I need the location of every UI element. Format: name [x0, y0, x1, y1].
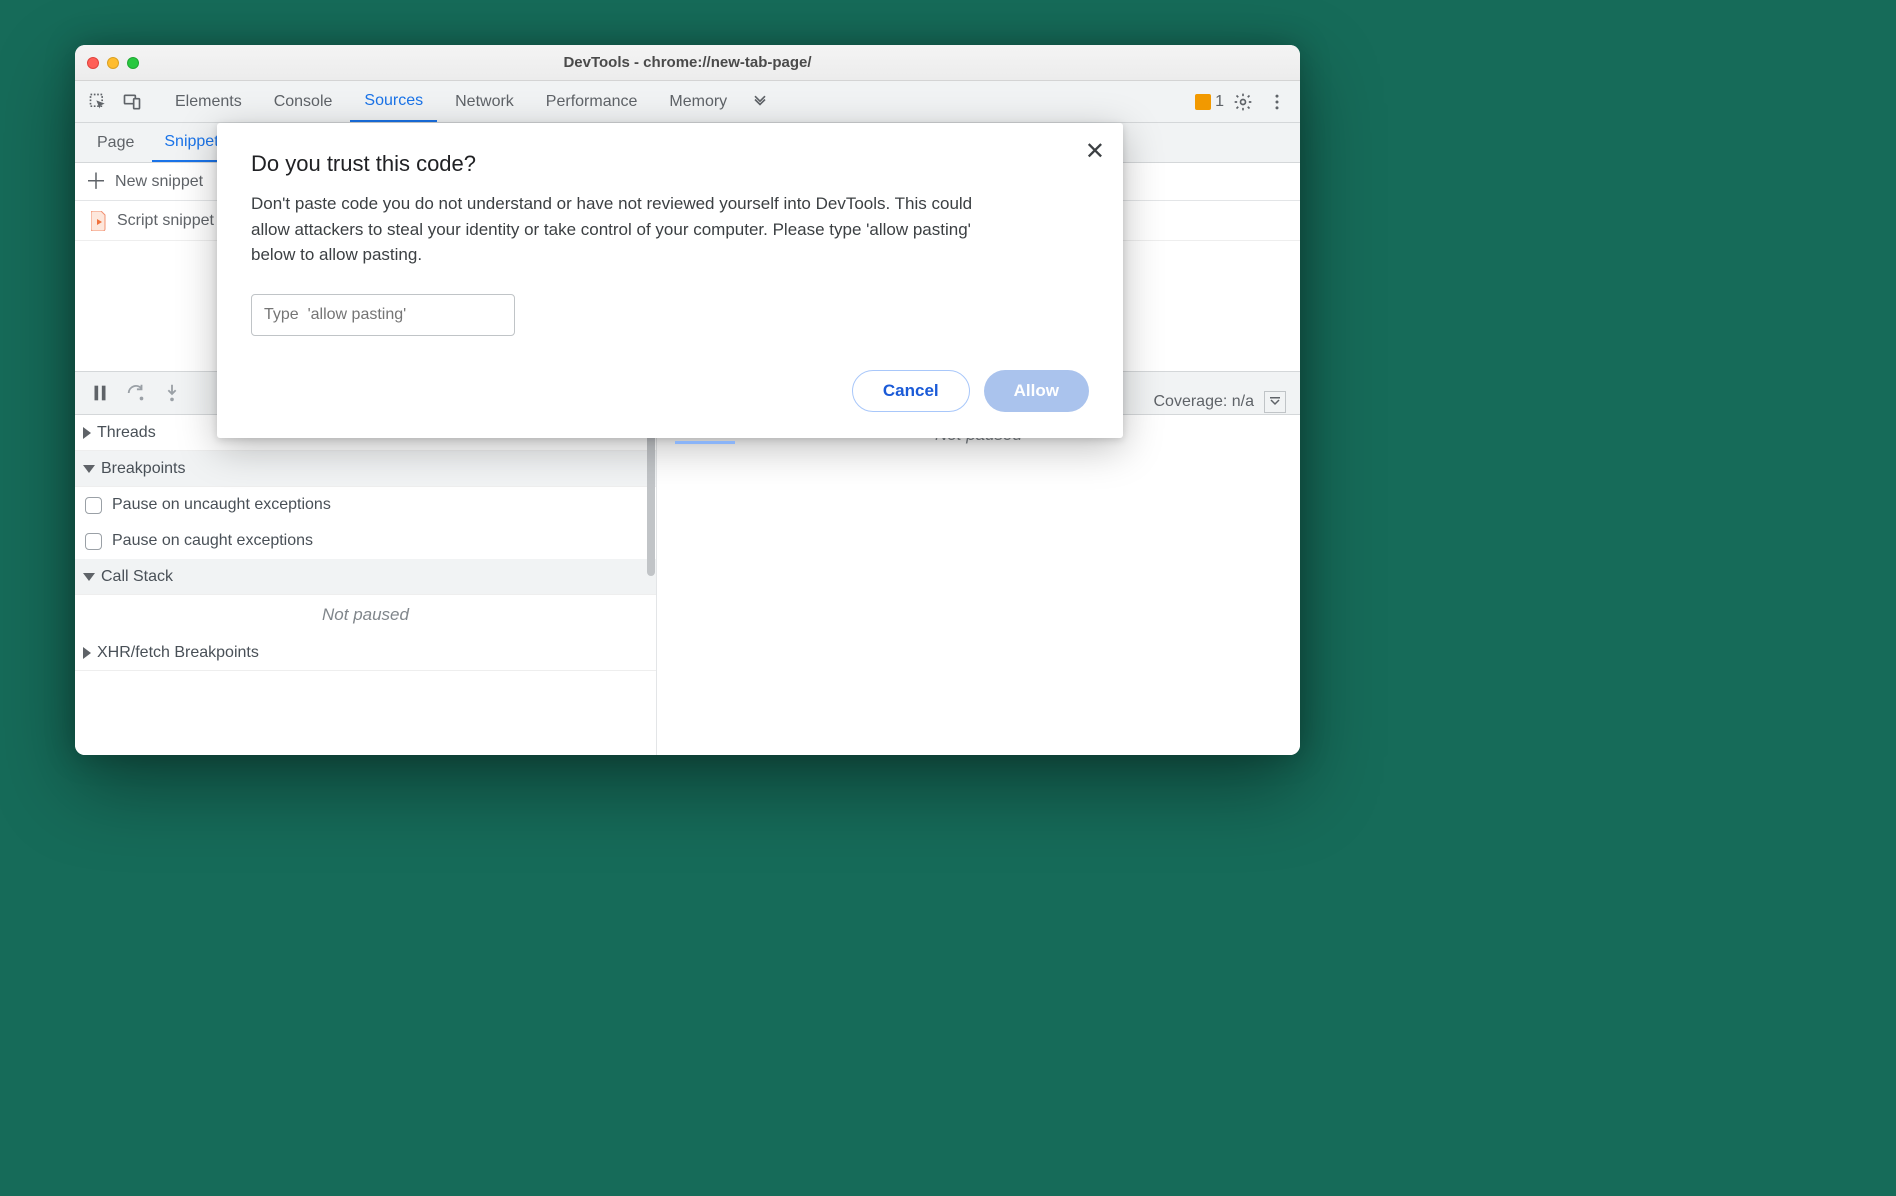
- chevron-down-icon: [83, 573, 95, 581]
- tab-network[interactable]: Network: [441, 81, 528, 122]
- breakpoints-label: Breakpoints: [101, 460, 186, 478]
- allow-pasting-input[interactable]: [251, 294, 515, 336]
- step-into-icon[interactable]: [157, 378, 187, 408]
- warning-icon: [1195, 94, 1211, 110]
- chevron-down-icon: [83, 465, 95, 473]
- xhr-breakpoints-label: XHR/fetch Breakpoints: [97, 644, 259, 662]
- pause-caught-row: Pause on caught exceptions: [75, 523, 656, 559]
- devtools-window: DevTools - chrome://new-tab-page/ Elemen…: [75, 45, 1300, 755]
- trust-code-dialog: ✕ Do you trust this code? Don't paste co…: [217, 123, 1123, 438]
- coverage-label: Coverage: n/a: [1153, 393, 1254, 411]
- tab-memory[interactable]: Memory: [655, 81, 741, 122]
- inspect-element-icon[interactable]: [83, 87, 113, 117]
- tab-console[interactable]: Console: [260, 81, 347, 122]
- call-stack-not-paused: Not paused: [75, 595, 656, 635]
- tab-sources[interactable]: Sources: [350, 81, 437, 122]
- tab-elements[interactable]: Elements: [161, 81, 256, 122]
- chevron-right-icon: [83, 427, 91, 439]
- more-tabs-icon[interactable]: [745, 87, 775, 117]
- warning-badge[interactable]: 1: [1195, 93, 1224, 111]
- snippet-item-label: Script snippet: [117, 212, 214, 230]
- pause-caught-checkbox[interactable]: [85, 533, 102, 550]
- tab-performance[interactable]: Performance: [532, 81, 652, 122]
- snippet-file-icon: [91, 211, 107, 231]
- call-stack-label: Call Stack: [101, 568, 173, 586]
- pause-icon[interactable]: [85, 378, 115, 408]
- dialog-buttons: Cancel Allow: [251, 370, 1089, 412]
- pause-uncaught-row: Pause on uncaught exceptions: [75, 487, 656, 523]
- settings-icon[interactable]: [1228, 87, 1258, 117]
- debugger-right-pane: Not paused: [657, 415, 1300, 755]
- kebab-menu-icon[interactable]: [1262, 87, 1292, 117]
- new-snippet-label[interactable]: New snippet: [115, 173, 203, 191]
- coverage-indicator: Coverage: n/a: [1153, 391, 1286, 413]
- warning-count: 1: [1215, 93, 1224, 111]
- dialog-body: Don't paste code you do not understand o…: [251, 191, 991, 268]
- pause-caught-label: Pause on caught exceptions: [112, 532, 313, 550]
- main-tabs: Elements Console Sources Network Perform…: [75, 81, 1300, 123]
- plus-icon[interactable]: ＋: [85, 171, 107, 193]
- dialog-title: Do you trust this code?: [251, 151, 1089, 177]
- threads-label: Threads: [97, 424, 156, 442]
- chevron-right-icon: [83, 647, 91, 659]
- section-call-stack[interactable]: Call Stack: [75, 559, 656, 595]
- cancel-button[interactable]: Cancel: [852, 370, 970, 412]
- device-toolbar-icon[interactable]: [117, 87, 147, 117]
- scrollbar-thumb[interactable]: [647, 421, 655, 576]
- debugger-left-pane: Threads Breakpoints Pause on uncaught ex…: [75, 415, 657, 755]
- window-title: DevTools - chrome://new-tab-page/: [75, 54, 1300, 71]
- dialog-accent-line: [675, 441, 735, 444]
- allow-button[interactable]: Allow: [984, 370, 1089, 412]
- coverage-pager-icon[interactable]: [1264, 391, 1286, 413]
- section-breakpoints[interactable]: Breakpoints: [75, 451, 656, 487]
- step-over-icon[interactable]: [121, 378, 151, 408]
- pause-uncaught-label: Pause on uncaught exceptions: [112, 496, 331, 514]
- dialog-close-icon[interactable]: ✕: [1085, 137, 1105, 166]
- debugger-body: Threads Breakpoints Pause on uncaught ex…: [75, 415, 1300, 755]
- pause-uncaught-checkbox[interactable]: [85, 497, 102, 514]
- subtab-page[interactable]: Page: [85, 123, 146, 162]
- titlebar: DevTools - chrome://new-tab-page/: [75, 45, 1300, 81]
- section-xhr-breakpoints[interactable]: XHR/fetch Breakpoints: [75, 635, 656, 671]
